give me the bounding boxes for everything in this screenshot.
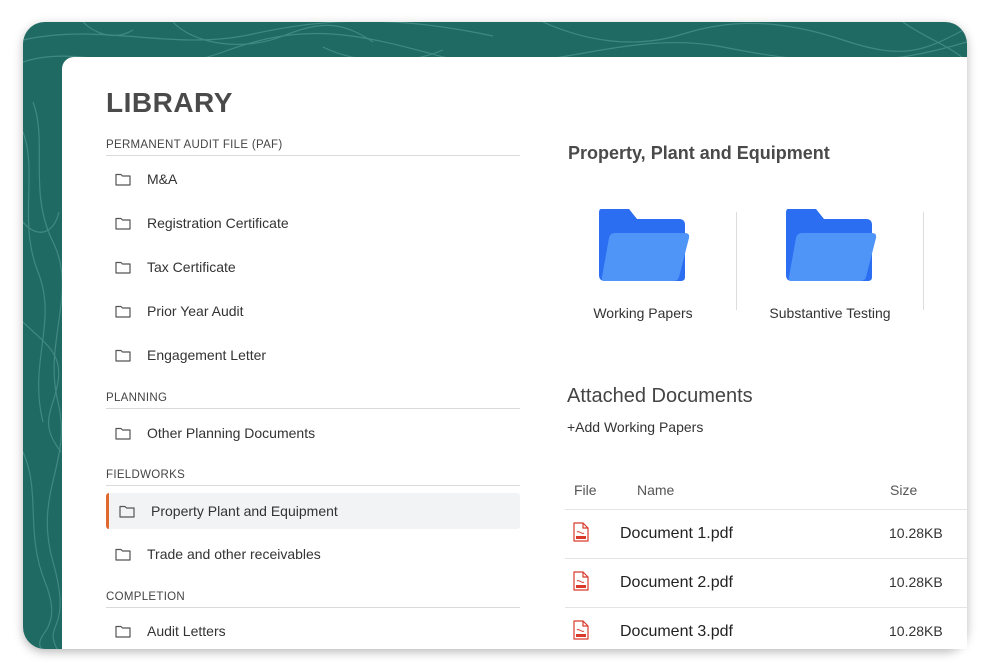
folder-item-trade-receivables[interactable]: Trade and other receivables <box>106 536 520 572</box>
table-header: File Name Size <box>565 477 967 510</box>
folder-label: Tax Certificate <box>147 259 236 275</box>
table-row[interactable]: Document 2.pdf 10.28KB <box>565 559 967 608</box>
folder-icon <box>786 209 877 281</box>
folder-item-property-plant-equipment[interactable]: Property Plant and Equipment <box>106 493 520 529</box>
section-heading-completion: COMPLETION <box>106 591 520 608</box>
folder-item-audit-letters[interactable]: Audit Letters <box>106 613 520 649</box>
folder-tile-label: Substantive Testing <box>769 305 891 321</box>
folder-outline-icon <box>115 217 131 230</box>
detail-title: Property, Plant and Equipment <box>568 143 830 163</box>
folder-outline-icon <box>115 625 131 638</box>
column-header-size: Size <box>890 482 918 498</box>
pdf-file-icon <box>573 522 589 542</box>
folder-icon <box>599 209 690 281</box>
column-header-file: File <box>574 482 597 498</box>
section-heading-paf: PERMANENT AUDIT FILE (PAF) <box>106 139 520 156</box>
pdf-file-icon <box>573 571 589 591</box>
folder-outline-icon <box>115 173 131 186</box>
folder-item-tax-certificate[interactable]: Tax Certificate <box>106 249 520 285</box>
folder-tile-substantive-testing[interactable]: Substantive Testing <box>745 207 915 327</box>
folder-divider <box>736 212 737 310</box>
folder-item-ma[interactable]: M&A <box>106 161 520 197</box>
pdf-file-icon <box>573 620 589 640</box>
documents-table: File Name Size Document 1.pdf 10.28KB Do… <box>565 477 967 649</box>
folder-label: Engagement Letter <box>147 347 267 363</box>
folder-item-other-planning-documents[interactable]: Other Planning Documents <box>106 415 520 451</box>
folder-outline-icon <box>115 349 131 362</box>
folder-label: Prior Year Audit <box>147 303 244 319</box>
library-panel: LIBRARY PERMANENT AUDIT FILE (PAF) M&A R… <box>62 57 967 649</box>
column-header-name: Name <box>637 482 675 498</box>
folder-tile-working-papers[interactable]: Working Papers <box>558 207 728 327</box>
attached-documents-title: Attached Documents <box>567 385 753 407</box>
folder-label: Property Plant and Equipment <box>151 503 338 519</box>
folder-label: Registration Certificate <box>147 215 289 231</box>
folder-outline-icon <box>115 261 131 274</box>
library-title: LIBRARY <box>106 87 233 118</box>
folder-outline-icon <box>119 505 135 518</box>
folder-label: Other Planning Documents <box>147 425 316 441</box>
folder-outline-icon <box>115 427 131 440</box>
folder-item-registration-certificate[interactable]: Registration Certificate <box>106 205 520 241</box>
section-heading-fieldworks: FIELDWORKS <box>106 469 520 486</box>
folder-label: Audit Letters <box>147 623 226 639</box>
folder-outline-icon <box>115 548 131 561</box>
section-heading-planning: PLANNING <box>106 392 520 409</box>
folder-item-prior-year-audit[interactable]: Prior Year Audit <box>106 293 520 329</box>
document-name[interactable]: Document 1.pdf <box>620 525 733 543</box>
table-row[interactable]: Document 1.pdf 10.28KB <box>565 510 967 559</box>
folder-item-engagement-letter[interactable]: Engagement Letter <box>106 337 520 373</box>
folder-label: M&A <box>147 171 178 187</box>
document-name[interactable]: Document 2.pdf <box>620 574 733 592</box>
document-size: 10.28KB <box>889 525 943 541</box>
document-name[interactable]: Document 3.pdf <box>620 623 733 641</box>
folder-outline-icon <box>115 305 131 318</box>
folder-label: Trade and other receivables <box>147 546 321 562</box>
document-size: 10.28KB <box>889 574 943 590</box>
folder-tile-label: Working Papers <box>593 305 693 321</box>
table-row[interactable]: Document 3.pdf 10.28KB <box>565 608 967 649</box>
add-working-papers-link[interactable]: +Add Working Papers <box>567 419 703 435</box>
document-size: 10.28KB <box>889 623 943 639</box>
folder-divider <box>923 212 924 310</box>
